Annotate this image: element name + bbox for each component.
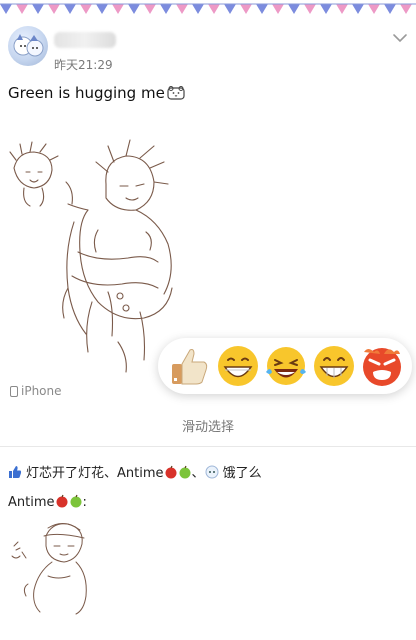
bunting-flag	[400, 4, 412, 14]
bunting-flag	[240, 4, 252, 14]
post-text-content: Green is hugging me	[8, 84, 165, 102]
comment-image[interactable]	[8, 516, 112, 616]
green-apple-icon	[70, 494, 82, 508]
festive-banner	[0, 0, 416, 22]
bunting-flag	[336, 4, 348, 14]
bunting-flag	[48, 4, 60, 14]
likes-row: 灯芯开了灯花、Antime 、 饿了么	[8, 462, 262, 481]
post-header: 昨天21:29	[8, 26, 408, 74]
bunting-flag	[64, 4, 76, 14]
thumbs-up-icon[interactable]	[164, 342, 212, 390]
likes-separator: 、	[191, 466, 205, 481]
bunting-flag	[384, 4, 396, 14]
phone-icon	[10, 386, 18, 397]
swipe-select-hint: 滑动选择	[181, 420, 234, 435]
bunting-flag	[288, 4, 300, 14]
device-label: iPhone	[21, 384, 62, 398]
bunting-flag	[272, 4, 284, 14]
reaction-picker	[158, 338, 412, 394]
bear-face-icon	[167, 86, 185, 100]
bunting-flag	[320, 4, 332, 14]
username-redacted[interactable]	[54, 32, 116, 48]
comment-colon: :	[82, 495, 87, 510]
grin-icon[interactable]	[214, 342, 262, 390]
bunting-flag	[0, 4, 12, 14]
device-info: iPhone	[10, 384, 62, 398]
divider	[0, 446, 416, 447]
red-apple-icon	[165, 465, 177, 479]
avatar[interactable]	[8, 26, 48, 66]
bunting-flag	[208, 4, 220, 14]
bunting-flag	[224, 4, 236, 14]
comment-author[interactable]: Antime	[8, 495, 55, 510]
laughing-tears-icon[interactable]	[262, 342, 310, 390]
bunting-flag	[128, 4, 140, 14]
bunting-flag	[80, 4, 92, 14]
grin-sweat-icon[interactable]	[310, 342, 358, 390]
bunting-flag	[192, 4, 204, 14]
post-timestamp: 昨天21:29	[54, 58, 113, 72]
bunting-flag	[96, 4, 108, 14]
bunting-flag	[304, 4, 316, 14]
bunting-flag	[352, 4, 364, 14]
bunting-flag	[368, 4, 380, 14]
thumbs-up-icon	[9, 466, 22, 478]
likes-names[interactable]: 灯芯开了灯花、Antime	[26, 466, 164, 481]
robot-avatar-icon	[205, 465, 219, 479]
likes-suffix[interactable]: 饿了么	[223, 466, 262, 481]
bunting-flag	[176, 4, 188, 14]
bunting-flag	[32, 4, 44, 14]
bunting-flag	[256, 4, 268, 14]
post-text: Green is hugging me	[8, 84, 185, 102]
chevron-down-icon[interactable]	[392, 32, 408, 44]
bunting-flag	[144, 4, 156, 14]
sketch-drawing	[9, 139, 173, 373]
comment: Antime :	[8, 494, 87, 510]
green-apple-icon	[179, 465, 191, 479]
angry-icon[interactable]	[358, 342, 406, 390]
bunting-flag	[16, 4, 28, 14]
post-image[interactable]	[8, 112, 208, 374]
bunting-flag	[112, 4, 124, 14]
bunting-flag	[160, 4, 172, 14]
comment-sketch	[11, 523, 87, 615]
avatar-illustration-icon	[13, 34, 44, 57]
red-apple-icon	[56, 494, 68, 508]
